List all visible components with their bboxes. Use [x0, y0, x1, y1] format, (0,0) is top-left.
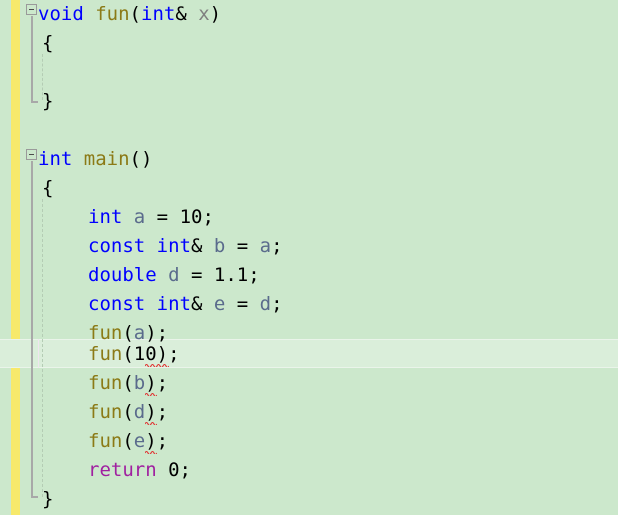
code-line[interactable]	[0, 116, 618, 145]
code-line[interactable]: fun(d);	[0, 398, 618, 427]
token-function: fun	[88, 372, 123, 394]
token-return-keyword: return	[88, 459, 157, 481]
token-number: 0	[168, 459, 180, 481]
code-line[interactable]: return 0;	[0, 456, 618, 485]
token-identifier: e	[213, 293, 226, 315]
token-number: 1.1	[213, 264, 249, 286]
token-keyword: const	[88, 235, 146, 257]
token-keyword: int	[38, 148, 73, 170]
token-function: main	[83, 148, 130, 170]
token-identifier: d	[168, 264, 180, 286]
error-squiggle	[145, 421, 157, 425]
token-keyword: int	[141, 3, 176, 25]
token-keyword: double	[88, 264, 157, 286]
token-keyword: const	[88, 293, 146, 315]
token-number: 10	[179, 206, 203, 228]
token-function: fun	[88, 430, 123, 452]
code-line[interactable]: double d = 1.1;	[0, 261, 618, 290]
token-parameter: x	[198, 3, 210, 25]
token-identifier: b	[213, 235, 226, 257]
error-squiggle	[145, 450, 157, 454]
token-keyword: int	[156, 293, 191, 315]
token-function: fun	[95, 3, 130, 25]
token-identifier: d	[133, 401, 146, 423]
code-editor[interactable]: void fun(int& x) { } int main() { int a …	[0, 0, 618, 515]
token-identifier: d	[259, 293, 272, 315]
error-squiggle	[145, 363, 169, 367]
code-line[interactable]: }	[0, 87, 618, 116]
code-line[interactable]: {	[0, 29, 618, 58]
token-identifier: b	[133, 372, 146, 394]
token-function: fun	[88, 401, 123, 423]
code-surface[interactable]: void fun(int& x) { } int main() { int a …	[0, 0, 618, 515]
token-keyword: void	[38, 3, 84, 25]
token-identifier: a	[259, 235, 272, 257]
code-line[interactable]: const int& e = d;	[0, 290, 618, 319]
code-line[interactable]: fun(e);	[0, 427, 618, 456]
code-line[interactable]	[0, 58, 618, 87]
code-line[interactable]: void fun(int& x)	[0, 0, 618, 29]
token-keyword: int	[88, 206, 123, 228]
code-line[interactable]: int main()	[0, 145, 618, 174]
token-keyword: int	[156, 235, 191, 257]
code-line[interactable]: {	[0, 174, 618, 203]
token-number: 10	[133, 343, 157, 365]
token-brace: }	[42, 90, 54, 112]
token-identifier: a	[133, 206, 146, 228]
token-brace: {	[42, 177, 54, 199]
error-squiggle	[145, 392, 157, 396]
code-line[interactable]: const int& b = a;	[0, 232, 618, 261]
token-brace: }	[42, 488, 54, 510]
token-brace: {	[42, 32, 54, 54]
token-function: fun	[88, 343, 123, 365]
code-line[interactable]: }	[0, 485, 618, 514]
token-identifier: e	[133, 430, 146, 452]
code-line[interactable]: fun(10);	[0, 340, 618, 369]
code-line[interactable]: fun(b);	[0, 369, 618, 398]
code-line[interactable]: int a = 10;	[0, 203, 618, 232]
